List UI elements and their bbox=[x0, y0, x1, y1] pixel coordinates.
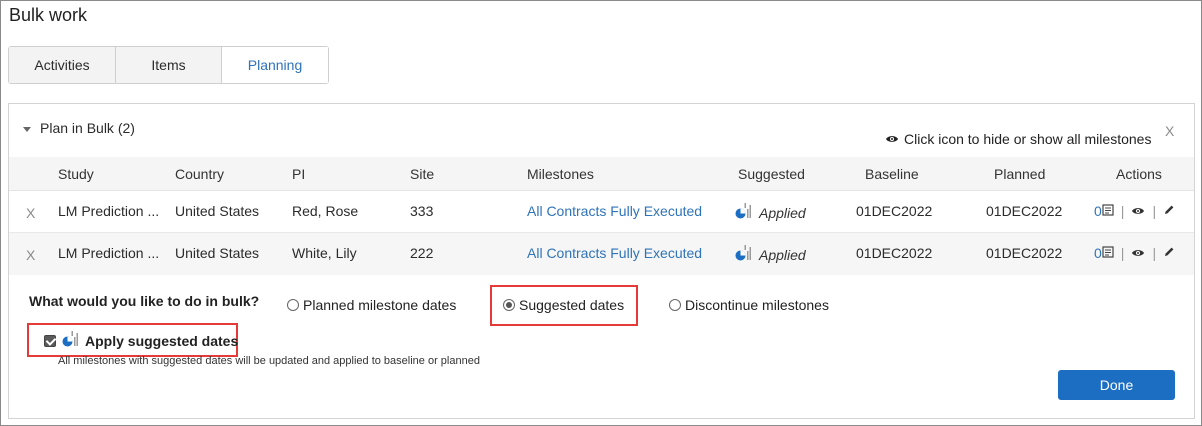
column-header-study[interactable]: Study bbox=[58, 166, 94, 182]
tab-planning[interactable]: Planning bbox=[222, 47, 328, 83]
cell-study: LM Prediction ... bbox=[58, 245, 160, 261]
milestones-toggle-hint: Click icon to hide or show all milestone… bbox=[885, 131, 1151, 147]
cell-country: United States bbox=[175, 245, 260, 261]
cell-suggested: Applied bbox=[735, 202, 806, 223]
notes-icon bbox=[1102, 203, 1114, 219]
cell-baseline: 01DEC2022 bbox=[856, 245, 933, 261]
panel-header[interactable]: Plan in Bulk (2) bbox=[23, 120, 135, 136]
milestone-link[interactable]: All Contracts Fully Executed bbox=[527, 203, 702, 219]
option-discontinue-milestones[interactable]: Discontinue milestones bbox=[669, 297, 829, 313]
column-header-actions: Actions bbox=[1116, 166, 1162, 182]
table-row: X LM Prediction ... United States White,… bbox=[9, 233, 1194, 275]
column-header-pi[interactable]: PI bbox=[292, 166, 305, 182]
cell-pi: White, Lily bbox=[292, 245, 357, 261]
cell-planned: 01DEC2022 bbox=[986, 203, 1063, 219]
radio-planned-milestone-dates[interactable] bbox=[287, 299, 299, 311]
tab-bar: Activities Items Planning bbox=[8, 46, 329, 84]
cell-baseline: 01DEC2022 bbox=[856, 203, 933, 219]
bulk-question: What would you like to do in bulk? bbox=[29, 293, 260, 309]
column-header-milestones[interactable]: Milestones bbox=[527, 166, 594, 182]
column-header-site[interactable]: Site bbox=[410, 166, 434, 182]
row-actions: 0 | | bbox=[1094, 203, 1175, 219]
table-row: X LM Prediction ... United States Red, R… bbox=[9, 191, 1194, 233]
eye-icon[interactable] bbox=[1131, 245, 1145, 261]
column-header-country[interactable]: Country bbox=[175, 166, 224, 182]
eye-icon[interactable] bbox=[1131, 203, 1145, 219]
cell-suggested: Applied bbox=[735, 244, 806, 265]
tab-items[interactable]: Items bbox=[116, 47, 222, 83]
plan-in-bulk-panel: Plan in Bulk (2) Click icon to hide or s… bbox=[8, 103, 1195, 419]
cell-planned: 01DEC2022 bbox=[986, 245, 1063, 261]
remove-row-icon[interactable]: X bbox=[26, 247, 35, 263]
cell-country: United States bbox=[175, 203, 260, 219]
cell-site: 333 bbox=[410, 203, 434, 219]
app-frame: Bulk work Activities Items Planning Plan… bbox=[0, 0, 1202, 426]
panel-title: Plan in Bulk (2) bbox=[40, 120, 135, 136]
notes-icon bbox=[1102, 245, 1114, 261]
cell-study: LM Prediction ... bbox=[58, 203, 160, 219]
column-header-suggested[interactable]: Suggested bbox=[738, 166, 805, 182]
done-button[interactable]: Done bbox=[1058, 370, 1175, 400]
close-icon[interactable]: X bbox=[1165, 123, 1174, 139]
highlight-box bbox=[490, 285, 638, 326]
remove-row-icon[interactable]: X bbox=[26, 205, 35, 221]
notes-count: 0 bbox=[1094, 203, 1102, 219]
notes-count-link[interactable]: 0 bbox=[1094, 203, 1114, 219]
radio-discontinue-milestones[interactable] bbox=[669, 299, 681, 311]
option-label: Discontinue milestones bbox=[685, 297, 829, 313]
cell-pi: Red, Rose bbox=[292, 203, 359, 219]
suggested-dates-icon bbox=[735, 244, 753, 265]
apply-suggested-dates-checkbox[interactable] bbox=[44, 334, 56, 347]
suggested-dates-icon bbox=[62, 330, 80, 351]
tab-activities[interactable]: Activities bbox=[9, 47, 116, 83]
apply-label: Apply suggested dates bbox=[85, 332, 239, 349]
cell-site: 222 bbox=[410, 245, 434, 261]
column-header-planned[interactable]: Planned bbox=[994, 166, 1045, 182]
milestone-link[interactable]: All Contracts Fully Executed bbox=[527, 245, 702, 261]
notes-count-link[interactable]: 0 bbox=[1094, 245, 1114, 261]
table-header: Study Country PI Site Milestones Suggest… bbox=[9, 157, 1194, 191]
hint-text: Click icon to hide or show all milestone… bbox=[904, 131, 1152, 147]
suggested-dates-icon bbox=[735, 202, 753, 223]
option-label: Planned milestone dates bbox=[303, 297, 457, 313]
pencil-icon[interactable] bbox=[1163, 203, 1175, 219]
notes-count: 0 bbox=[1094, 245, 1102, 261]
column-header-baseline[interactable]: Baseline bbox=[865, 166, 919, 182]
suggested-status: Applied bbox=[759, 204, 806, 221]
page-title: Bulk work bbox=[9, 5, 88, 25]
option-planned-milestone-dates[interactable]: Planned milestone dates bbox=[287, 297, 456, 313]
suggested-status: Applied bbox=[759, 246, 806, 263]
pencil-icon[interactable] bbox=[1163, 245, 1175, 261]
eye-icon[interactable] bbox=[885, 131, 899, 147]
caret-down-icon[interactable] bbox=[23, 127, 31, 132]
apply-note: All milestones with suggested dates will… bbox=[58, 355, 480, 367]
apply-suggested-dates[interactable]: Apply suggested dates bbox=[44, 330, 238, 351]
row-actions: 0 | | bbox=[1094, 245, 1175, 261]
